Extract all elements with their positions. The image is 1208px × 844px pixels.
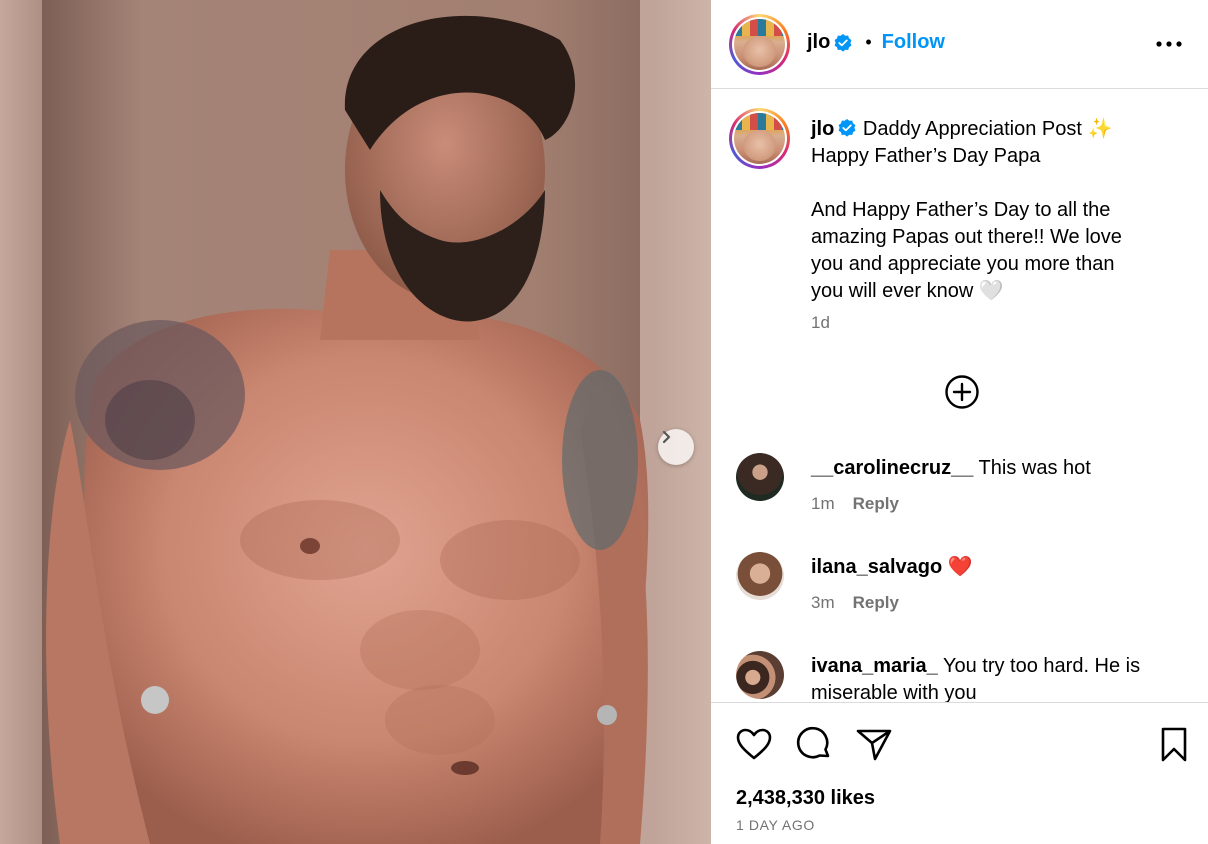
share-button[interactable] bbox=[854, 725, 894, 765]
caption-line-0: Daddy Appreciation Post ✨ bbox=[862, 118, 1113, 140]
comment-text: ivana_maria_ You try too hard. He is mis… bbox=[811, 653, 1191, 702]
comment-item: ivana_maria_ You try too hard. He is mis… bbox=[711, 651, 1208, 702]
author-avatar[interactable] bbox=[729, 14, 790, 75]
comment-body: ❤️ bbox=[947, 556, 973, 578]
caption-line-6: you will ever know 🤍 bbox=[811, 280, 1004, 302]
caption-username[interactable]: jlo bbox=[811, 118, 834, 140]
caption-line-1: Happy Father’s Day Papa bbox=[811, 145, 1041, 167]
separator-dot: • bbox=[865, 32, 872, 52]
commenter-avatar[interactable] bbox=[736, 453, 784, 501]
paper-plane-icon bbox=[856, 729, 892, 761]
commenter-username[interactable]: ivana_maria_ bbox=[811, 655, 938, 677]
caption-line-5: you and appreciate you more than bbox=[811, 253, 1115, 275]
comment-meta: 3m Reply bbox=[811, 593, 899, 613]
commenter-avatar[interactable] bbox=[736, 651, 784, 699]
commenter-avatar[interactable] bbox=[736, 552, 784, 600]
comment-item: __carolinecruz__ This was hot 1m Reply bbox=[711, 453, 1208, 553]
save-button[interactable] bbox=[1154, 725, 1194, 765]
comment-time[interactable]: 3m bbox=[811, 593, 835, 613]
commenter-username[interactable]: __carolinecruz__ bbox=[811, 457, 973, 479]
comment-button[interactable] bbox=[795, 725, 835, 765]
verified-badge-icon bbox=[834, 33, 852, 52]
chevron-right-icon bbox=[662, 430, 671, 444]
reply-button[interactable]: Reply bbox=[853, 593, 899, 613]
comment-text: __carolinecruz__ This was hot bbox=[811, 455, 1191, 482]
speech-bubble-icon bbox=[796, 726, 830, 759]
more-options-button[interactable] bbox=[1154, 34, 1184, 54]
post-actions: 2,438,330 likes 1 DAY AGO bbox=[711, 702, 1208, 844]
author-info: jlo • Follow bbox=[807, 31, 945, 54]
verified-badge-icon bbox=[838, 119, 856, 137]
comment-text: ilana_salvago ❤️ bbox=[811, 554, 1191, 581]
comment-body: This was hot bbox=[978, 457, 1091, 479]
post-date: 1 DAY AGO bbox=[736, 817, 815, 833]
more-horizontal-icon bbox=[1156, 41, 1182, 47]
caption-timestamp[interactable]: 1d bbox=[811, 313, 830, 333]
caption-line-2 bbox=[811, 170, 1171, 197]
commenter-username[interactable]: ilana_salvago bbox=[811, 556, 942, 578]
plus-circle-icon bbox=[945, 375, 979, 409]
like-button[interactable] bbox=[734, 725, 774, 765]
caption-line: jlo Daddy Appreciation Post ✨ bbox=[811, 116, 1171, 143]
caption-line-4: amazing Papas out there!! We love bbox=[811, 226, 1122, 248]
reply-button[interactable]: Reply bbox=[853, 494, 899, 514]
caption-author-avatar[interactable] bbox=[729, 108, 790, 169]
post-photo bbox=[0, 0, 711, 844]
instagram-post-view: jlo • Follow jlo Daddy Appreciation Post… bbox=[0, 0, 1208, 844]
comments-section[interactable]: jlo Daddy Appreciation Post ✨ Happy Fath… bbox=[711, 90, 1208, 702]
comment-item: ilana_salvago ❤️ 3m Reply bbox=[711, 552, 1208, 652]
comment-time[interactable]: 1m bbox=[811, 494, 835, 514]
author-username[interactable]: jlo bbox=[807, 31, 830, 54]
load-more-comments-button[interactable] bbox=[944, 374, 980, 410]
bookmark-icon bbox=[1161, 727, 1187, 762]
post-header: jlo • Follow bbox=[711, 0, 1208, 89]
heart-icon bbox=[736, 728, 772, 760]
likes-count[interactable]: 2,438,330 likes bbox=[736, 787, 875, 810]
post-media[interactable] bbox=[0, 0, 711, 844]
caption-text: jlo Daddy Appreciation Post ✨ Happy Fath… bbox=[811, 116, 1171, 305]
follow-button[interactable]: Follow bbox=[882, 31, 945, 54]
post-details-panel: jlo • Follow jlo Daddy Appreciation Post… bbox=[711, 0, 1208, 844]
comment-meta: 1m Reply bbox=[811, 494, 899, 514]
caption-line-3: And Happy Father’s Day to all the bbox=[811, 199, 1111, 221]
next-photo-button[interactable] bbox=[658, 429, 694, 465]
